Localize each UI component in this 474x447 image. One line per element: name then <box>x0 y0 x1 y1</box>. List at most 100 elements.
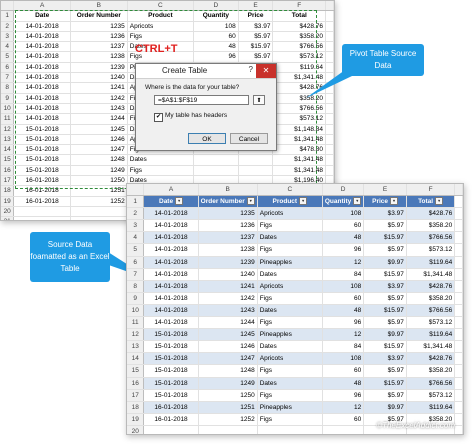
cell[interactable]: $358.20 <box>406 219 456 233</box>
row-header[interactable]: 1 <box>1 10 15 22</box>
cell[interactable]: 16-01-2018 <box>143 401 199 414</box>
cell[interactable]: $5.97 <box>363 364 407 378</box>
cell[interactable]: 48 <box>322 304 365 318</box>
cell[interactable] <box>325 113 334 125</box>
row-header[interactable]: 15 <box>1 154 15 166</box>
cell[interactable]: $573.12 <box>406 316 456 330</box>
cell[interactable]: 60 <box>322 219 365 233</box>
cell[interactable]: 14-01-2018 <box>143 219 199 233</box>
cell[interactable]: 14-01-2018 <box>143 280 199 293</box>
filter-dropdown-icon[interactable]: ▾ <box>246 197 255 206</box>
cell[interactable] <box>70 216 128 220</box>
row-header[interactable]: 16 <box>127 377 145 390</box>
cell[interactable] <box>325 41 334 53</box>
cell[interactable] <box>454 195 463 209</box>
cell[interactable]: 1238 <box>198 243 258 257</box>
row-header[interactable]: 11 <box>127 316 145 330</box>
filter-dropdown-icon[interactable]: ▾ <box>390 197 399 206</box>
cell[interactable] <box>454 268 463 281</box>
headers-checkbox[interactable]: ✔ <box>154 113 163 122</box>
row-header[interactable]: 17 <box>127 389 145 402</box>
cell[interactable]: Dates <box>257 340 323 354</box>
column-header[interactable]: E <box>363 184 407 197</box>
cell[interactable] <box>454 401 463 414</box>
row-header[interactable]: 4 <box>1 41 15 53</box>
cell[interactable]: 108 <box>322 352 365 366</box>
cell[interactable]: 15-01-2018 <box>143 364 199 378</box>
filter-dropdown-icon[interactable]: ▾ <box>175 197 184 206</box>
cell[interactable]: 14-01-2018 <box>143 256 199 269</box>
filter-dropdown-icon[interactable]: ▾ <box>353 197 362 206</box>
cell[interactable]: 16-01-2018 <box>13 196 71 207</box>
row-header[interactable]: 14 <box>1 144 15 156</box>
cell[interactable]: Pineapples <box>257 256 323 269</box>
cell[interactable]: $5.97 <box>363 292 407 305</box>
row-header[interactable]: 20 <box>1 206 15 218</box>
row-header[interactable]: 18 <box>1 185 15 197</box>
cell[interactable]: 16-01-2018 <box>143 413 199 426</box>
cell[interactable]: Apricots <box>257 280 323 293</box>
cell[interactable] <box>454 280 463 293</box>
cell[interactable] <box>454 413 463 426</box>
cell[interactable]: Figs <box>257 243 323 257</box>
cell[interactable]: 84 <box>322 340 365 354</box>
cell[interactable]: $573.12 <box>406 389 456 402</box>
row-header[interactable]: 8 <box>127 280 145 293</box>
cell[interactable]: Pineapples <box>257 328 323 342</box>
cell[interactable]: $15.97 <box>363 340 407 354</box>
cell[interactable]: Dates <box>257 377 323 390</box>
cell[interactable]: 1240 <box>198 268 258 281</box>
cell[interactable] <box>454 364 463 378</box>
cell[interactable]: $9.97 <box>363 401 407 414</box>
row-header[interactable]: 3 <box>127 219 145 233</box>
row-header[interactable]: 7 <box>127 268 145 281</box>
cell[interactable] <box>325 72 334 84</box>
cell[interactable]: 1245 <box>198 328 258 342</box>
close-icon[interactable]: ✕ <box>256 64 276 78</box>
cell[interactable] <box>325 62 334 74</box>
cell[interactable]: $5.97 <box>363 389 407 402</box>
row-header[interactable]: 2 <box>1 21 15 32</box>
cell[interactable]: 14-01-2018 <box>143 304 199 318</box>
row-header[interactable]: 3 <box>1 31 15 43</box>
cell[interactable]: Apricots <box>257 207 323 221</box>
cell[interactable]: $15.97 <box>363 231 407 245</box>
cell[interactable]: $15.97 <box>363 268 407 281</box>
cell[interactable]: $5.97 <box>363 316 407 330</box>
cell[interactable] <box>198 425 258 434</box>
cell[interactable]: 1236 <box>198 219 258 233</box>
cell[interactable] <box>13 216 71 220</box>
header-cell[interactable]: Quantity ▾ <box>322 195 365 209</box>
cell[interactable]: Figs <box>257 389 323 402</box>
cell[interactable]: 108 <box>322 280 365 293</box>
row-header[interactable]: 2 <box>127 207 145 221</box>
cell[interactable]: 1252 <box>70 196 128 207</box>
column-header[interactable]: F <box>406 184 456 197</box>
row-header[interactable]: 18 <box>127 401 145 414</box>
cell[interactable]: Figs <box>257 364 323 378</box>
cell[interactable]: Pineapples <box>257 401 323 414</box>
filter-dropdown-icon[interactable]: ▾ <box>435 197 444 206</box>
row-header[interactable]: 7 <box>1 72 15 84</box>
cell[interactable]: Dates <box>257 304 323 318</box>
row-header[interactable]: 17 <box>1 175 15 187</box>
cell[interactable]: 15-01-2018 <box>143 389 199 402</box>
cell[interactable] <box>454 340 463 354</box>
cell[interactable] <box>325 103 334 115</box>
header-cell[interactable]: Date ▾ <box>143 195 199 209</box>
cell[interactable] <box>13 206 71 218</box>
cell[interactable]: $358.20 <box>406 292 456 305</box>
cell[interactable]: $766.56 <box>406 304 456 318</box>
row-header[interactable]: 5 <box>127 243 145 257</box>
cell[interactable]: $15.97 <box>363 377 407 390</box>
cell[interactable]: 1239 <box>198 256 258 269</box>
cell[interactable] <box>322 425 365 434</box>
cell[interactable]: 1251 <box>198 401 258 414</box>
cell[interactable] <box>454 425 463 434</box>
cell[interactable] <box>70 206 128 218</box>
cell[interactable]: 1246 <box>198 340 258 354</box>
row-header[interactable]: 6 <box>127 256 145 269</box>
cell[interactable]: 60 <box>322 292 365 305</box>
cell[interactable] <box>143 425 199 434</box>
cell[interactable]: 14-01-2018 <box>143 207 199 221</box>
